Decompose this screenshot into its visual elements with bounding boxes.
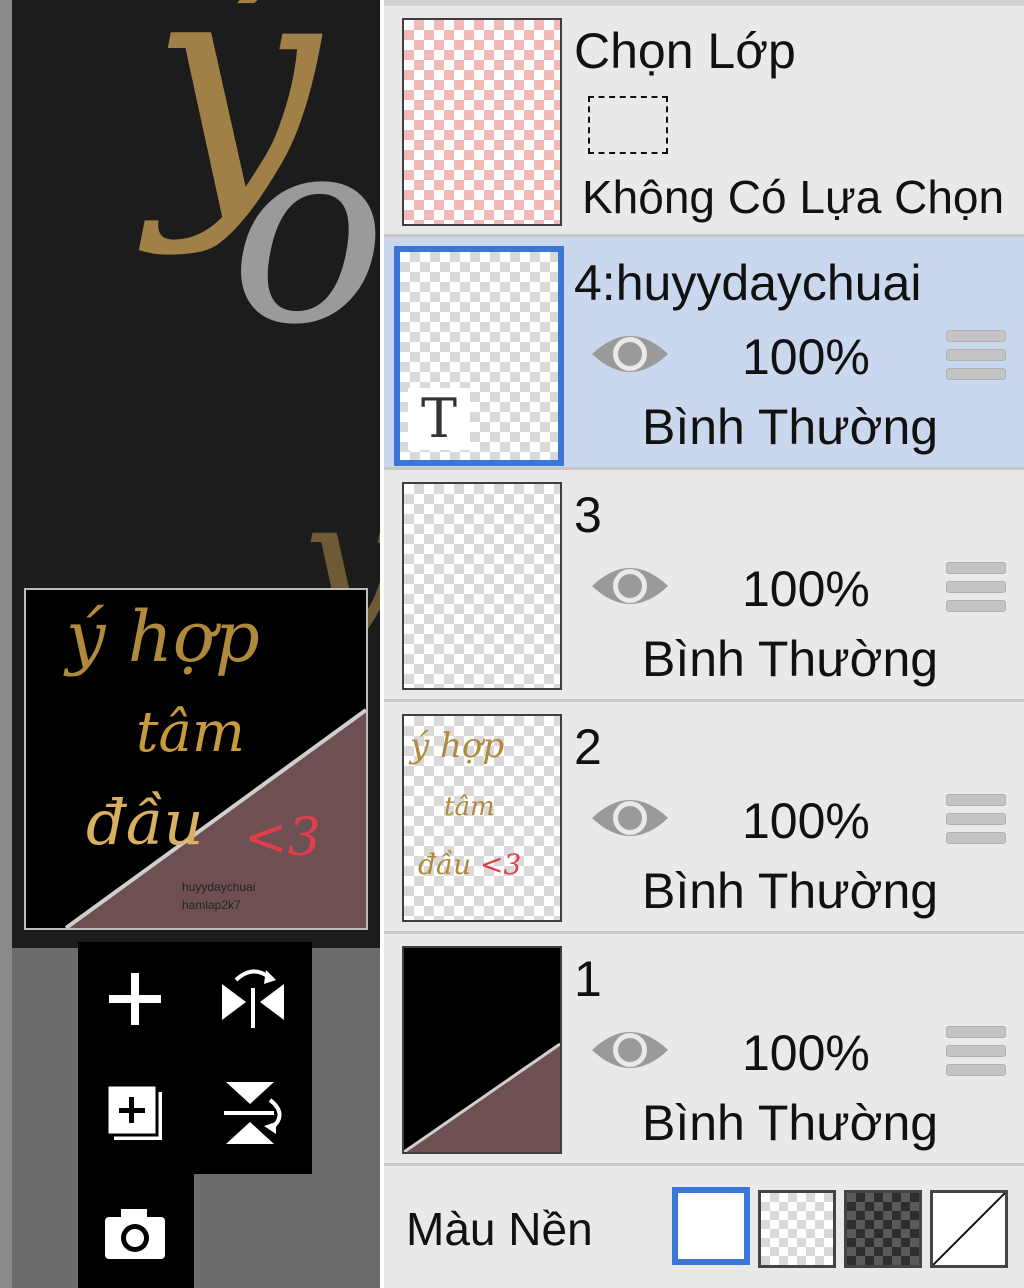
layer-opacity[interactable]: 100%: [742, 792, 882, 850]
duplicate-layer-icon: [105, 1083, 164, 1142]
background-transparent-light-swatch[interactable]: [758, 1190, 836, 1268]
layer-1-thumbnail-art: [404, 1042, 560, 1152]
camera-icon: [105, 1209, 165, 1259]
layer-opacity[interactable]: 100%: [742, 328, 882, 386]
layer-row[interactable]: ý hợp tâm đầu <3 2 100% Bình Thường: [384, 702, 1024, 934]
background-color-label: Màu Nền: [406, 1203, 593, 1255]
text-layer-icon: T: [408, 388, 470, 450]
flip-horizontal-icon: [222, 969, 284, 1028]
selection-marquee-icon: [588, 96, 668, 154]
layer-name: 3: [574, 487, 602, 543]
background-white-swatch[interactable]: [672, 1187, 750, 1265]
preview-title-line1: ý hợp: [66, 596, 260, 678]
drag-handle-icon[interactable]: [946, 794, 1006, 844]
flip-vertical-icon: [224, 1082, 282, 1144]
layer-thumbnail: ý hợp tâm đầu <3: [402, 714, 562, 922]
preview-heart: <3: [244, 808, 321, 868]
canvas-stroke-grey: o: [230, 80, 380, 382]
layer-thumbnail: T: [394, 246, 564, 466]
layer-thumbnail: [402, 482, 562, 690]
layer-blend-mode[interactable]: Bình Thường: [642, 1094, 938, 1152]
no-background-slash-icon: [933, 1193, 1005, 1265]
preview-credit-line2: hamlap2k7: [182, 898, 241, 912]
selection-layer-row[interactable]: Chọn Lớp Không Có Lựa Chọn: [384, 6, 1024, 237]
layer-2-thumbnail-art: đầu <3: [418, 848, 522, 881]
layer-toolbox: [78, 942, 312, 1288]
layer-2-thumbnail-art: ý hợp: [410, 726, 505, 766]
layer-blend-mode[interactable]: Bình Thường: [642, 630, 938, 688]
layer-thumbnail: [402, 946, 562, 1154]
layer-opacity[interactable]: 100%: [742, 560, 882, 618]
selection-layer-thumbnail: [402, 18, 562, 226]
layer-opacity[interactable]: 100%: [742, 1024, 882, 1082]
layer-name: 1: [574, 951, 602, 1007]
layer-panel: Chọn Lớp Không Có Lựa Chọn T 4:huyydaych…: [380, 0, 1024, 1288]
layer-name: 4:huyydaychuai: [574, 255, 922, 311]
preview-title-line2: tâm: [136, 700, 245, 765]
background-transparent-dark-swatch[interactable]: [844, 1190, 922, 1268]
add-layer-button[interactable]: [80, 944, 190, 1054]
background-color-bar: Màu Nền: [384, 1166, 1024, 1288]
layer-row[interactable]: 1 100% Bình Thường: [384, 934, 1024, 1166]
eye-icon[interactable]: [590, 326, 670, 382]
eye-icon[interactable]: [590, 1022, 670, 1078]
camera-button[interactable]: [80, 1178, 190, 1288]
layer-row[interactable]: 3 100% Bình Thường: [384, 470, 1024, 702]
drag-handle-icon[interactable]: [946, 562, 1006, 612]
layer-name: 2: [574, 719, 602, 775]
preview-title-line3: đầu: [86, 786, 204, 859]
selection-layer-title: Chọn Lớp: [574, 23, 796, 79]
plus-icon: [109, 973, 161, 1025]
background-none-swatch[interactable]: [930, 1190, 1008, 1268]
preview-credit-line1: huyydaychuai: [182, 880, 256, 894]
layer-2-thumbnail-art: tâm: [444, 792, 495, 822]
eye-icon[interactable]: [590, 790, 670, 846]
duplicate-layer-button[interactable]: [80, 1058, 190, 1168]
layer-blend-mode[interactable]: Bình Thường: [642, 862, 938, 920]
canvas-preview[interactable]: ý hợp tâm đầu <3 huyydaychuai hamlap2k7: [24, 588, 368, 930]
eye-icon[interactable]: [590, 558, 670, 614]
flip-vertical-button[interactable]: [198, 1058, 308, 1168]
flip-horizontal-button[interactable]: [198, 944, 308, 1054]
canvas-edge: [0, 0, 12, 1288]
layer-blend-mode[interactable]: Bình Thường: [642, 398, 938, 456]
drag-handle-icon[interactable]: [946, 330, 1006, 380]
selection-status: Không Có Lựa Chọn: [582, 171, 1005, 223]
layer-row[interactable]: T 4:huyydaychuai 100% Bình Thường: [384, 238, 1024, 470]
drag-handle-icon[interactable]: [946, 1026, 1006, 1076]
